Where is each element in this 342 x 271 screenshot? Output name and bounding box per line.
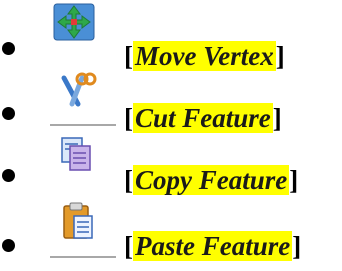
move-vertex-icon[interactable] (50, 0, 120, 56)
list-item: [Cut Feature] (0, 62, 342, 133)
bracket-open: [ (124, 231, 133, 261)
item-label-wrap: [Paste Feature] (124, 226, 301, 266)
bullet (2, 107, 15, 120)
item-label: Paste Feature (133, 231, 293, 261)
scissors-icon[interactable] (50, 70, 120, 126)
bullet (2, 169, 15, 182)
paste-icon[interactable] (50, 200, 120, 256)
bullet (2, 42, 15, 55)
icon-underline (50, 256, 116, 258)
bullet (2, 239, 15, 252)
list-item: [Copy Feature] (0, 124, 342, 195)
copy-icon[interactable] (50, 134, 120, 190)
list-item: [Paste Feature] (0, 186, 342, 261)
bracket-close: ] (292, 231, 302, 261)
list-item: [Move Vertex] (0, 0, 342, 71)
